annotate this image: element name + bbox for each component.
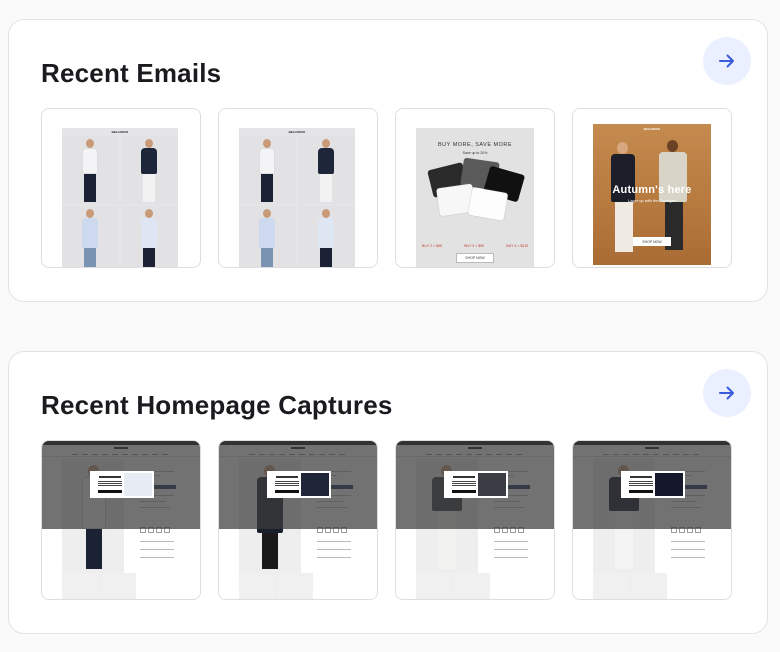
homepage-preview-image — [42, 441, 200, 599]
homepage-thumbnail[interactable] — [395, 440, 555, 600]
email-brand: BELLROCK — [288, 130, 306, 134]
email-prices: BUY 2 = $65 BUY 3 = $90 BUY 4 = $115 — [422, 244, 528, 248]
email-thumbnail[interactable]: BELLROCK — [218, 108, 378, 268]
email-headline: BUY MORE, SAVE MORE — [437, 142, 513, 148]
email-preview-image: BELLROCK — [62, 128, 178, 267]
email-brand: BELLROCK — [643, 127, 661, 131]
email-cta: SHOP NOW — [456, 253, 494, 263]
discount-popup — [621, 471, 685, 498]
price-tier: BUY 2 = $65 — [422, 244, 442, 248]
email-cta: SHOP NOW — [633, 237, 671, 246]
email-preview-image: BUY MORE, SAVE MORE Save up to 20% BUY 2… — [416, 128, 534, 267]
homepage-thumbnails — [41, 440, 732, 600]
discount-popup — [444, 471, 508, 498]
email-thumbnail[interactable]: BUY MORE, SAVE MORE Save up to 20% BUY 2… — [395, 108, 555, 268]
homepage-thumbnail[interactable] — [41, 440, 201, 600]
discount-popup — [267, 471, 331, 498]
homepage-preview-image — [573, 441, 731, 599]
email-preview-image: BELLROCK — [239, 128, 355, 267]
email-thumbnails: BELLROCK BELLROCK BUY MORE, SAVE MORE Sa… — [41, 108, 732, 268]
price-tier: BUY 3 = $90 — [464, 244, 485, 248]
arrow-right-icon — [719, 54, 734, 68]
view-all-emails-button[interactable] — [703, 37, 751, 85]
homepage-thumbnail[interactable] — [218, 440, 378, 600]
discount-popup — [90, 471, 154, 498]
email-subhead: Save up to 20% — [462, 151, 488, 155]
email-thumbnail[interactable]: BELLROCK — [41, 108, 201, 268]
recent-emails-card: Recent Emails BELLROCK BELLROCK BUY MORE… — [8, 19, 768, 302]
price-tier: BUY 4 = $115 — [506, 244, 528, 248]
recent-homepage-captures-card: Recent Homepage Captures — [8, 351, 768, 634]
view-all-captures-button[interactable] — [703, 369, 751, 417]
email-preview-image: BELLROCK Autumn's here Layer up with the… — [593, 124, 711, 265]
email-brand: BELLROCK — [111, 130, 129, 134]
email-thumbnail[interactable]: BELLROCK Autumn's here Layer up with the… — [572, 108, 732, 268]
homepage-preview-image — [396, 441, 554, 599]
email-subhead: Layer up with the Cardigan — [628, 198, 676, 203]
section-title: Recent Emails — [41, 58, 222, 88]
email-headline: Autumn's here — [612, 184, 692, 196]
arrow-right-icon — [719, 386, 734, 400]
section-title: Recent Homepage Captures — [41, 390, 393, 420]
homepage-preview-image — [219, 441, 377, 599]
homepage-thumbnail[interactable] — [572, 440, 732, 600]
